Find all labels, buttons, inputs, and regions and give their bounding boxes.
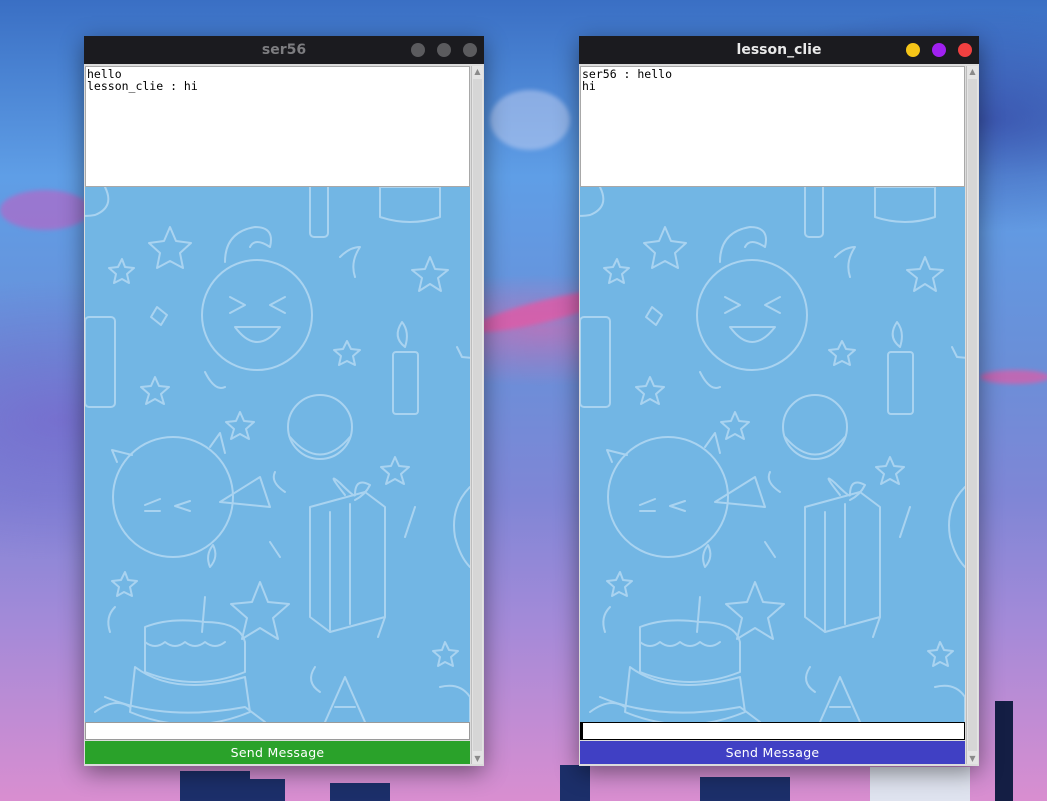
chat-window-ser56: ser56 hello lesson_clie : hi Send Messag… — [84, 36, 484, 766]
scroll-track[interactable] — [968, 79, 977, 751]
message-input[interactable] — [580, 722, 965, 740]
chat-window-lesson-clie: lesson_clie ser56 : hello hi Send Messag… — [579, 36, 979, 766]
maximize-button[interactable] — [932, 43, 946, 57]
party-doodle-pattern — [580, 187, 965, 722]
scrollbar[interactable]: ▲ ▼ — [471, 66, 483, 764]
send-message-button[interactable]: Send Message — [85, 741, 470, 764]
title-bar[interactable]: ser56 — [84, 36, 484, 64]
scrollbar[interactable]: ▲ ▼ — [966, 66, 978, 764]
minimize-button[interactable] — [411, 43, 425, 57]
chat-log[interactable]: hello lesson_clie : hi — [85, 66, 470, 187]
scroll-down-arrow-icon[interactable]: ▼ — [472, 753, 483, 764]
message-input[interactable] — [85, 722, 470, 740]
scroll-up-arrow-icon[interactable]: ▲ — [472, 66, 483, 77]
window-title: ser56 — [261, 42, 307, 58]
chat-wallpaper — [580, 187, 965, 722]
chat-wallpaper — [85, 187, 470, 722]
minimize-button[interactable] — [906, 43, 920, 57]
scroll-up-arrow-icon[interactable]: ▲ — [967, 66, 978, 77]
scroll-down-arrow-icon[interactable]: ▼ — [967, 753, 978, 764]
window-title: lesson_clie — [736, 42, 822, 58]
title-bar[interactable]: lesson_clie — [579, 36, 979, 64]
chat-log[interactable]: ser56 : hello hi — [580, 66, 965, 187]
send-message-button[interactable]: Send Message — [580, 741, 965, 764]
close-button[interactable] — [463, 43, 477, 57]
party-doodle-pattern — [85, 187, 470, 722]
maximize-button[interactable] — [437, 43, 451, 57]
scroll-track[interactable] — [473, 79, 482, 751]
close-button[interactable] — [958, 43, 972, 57]
